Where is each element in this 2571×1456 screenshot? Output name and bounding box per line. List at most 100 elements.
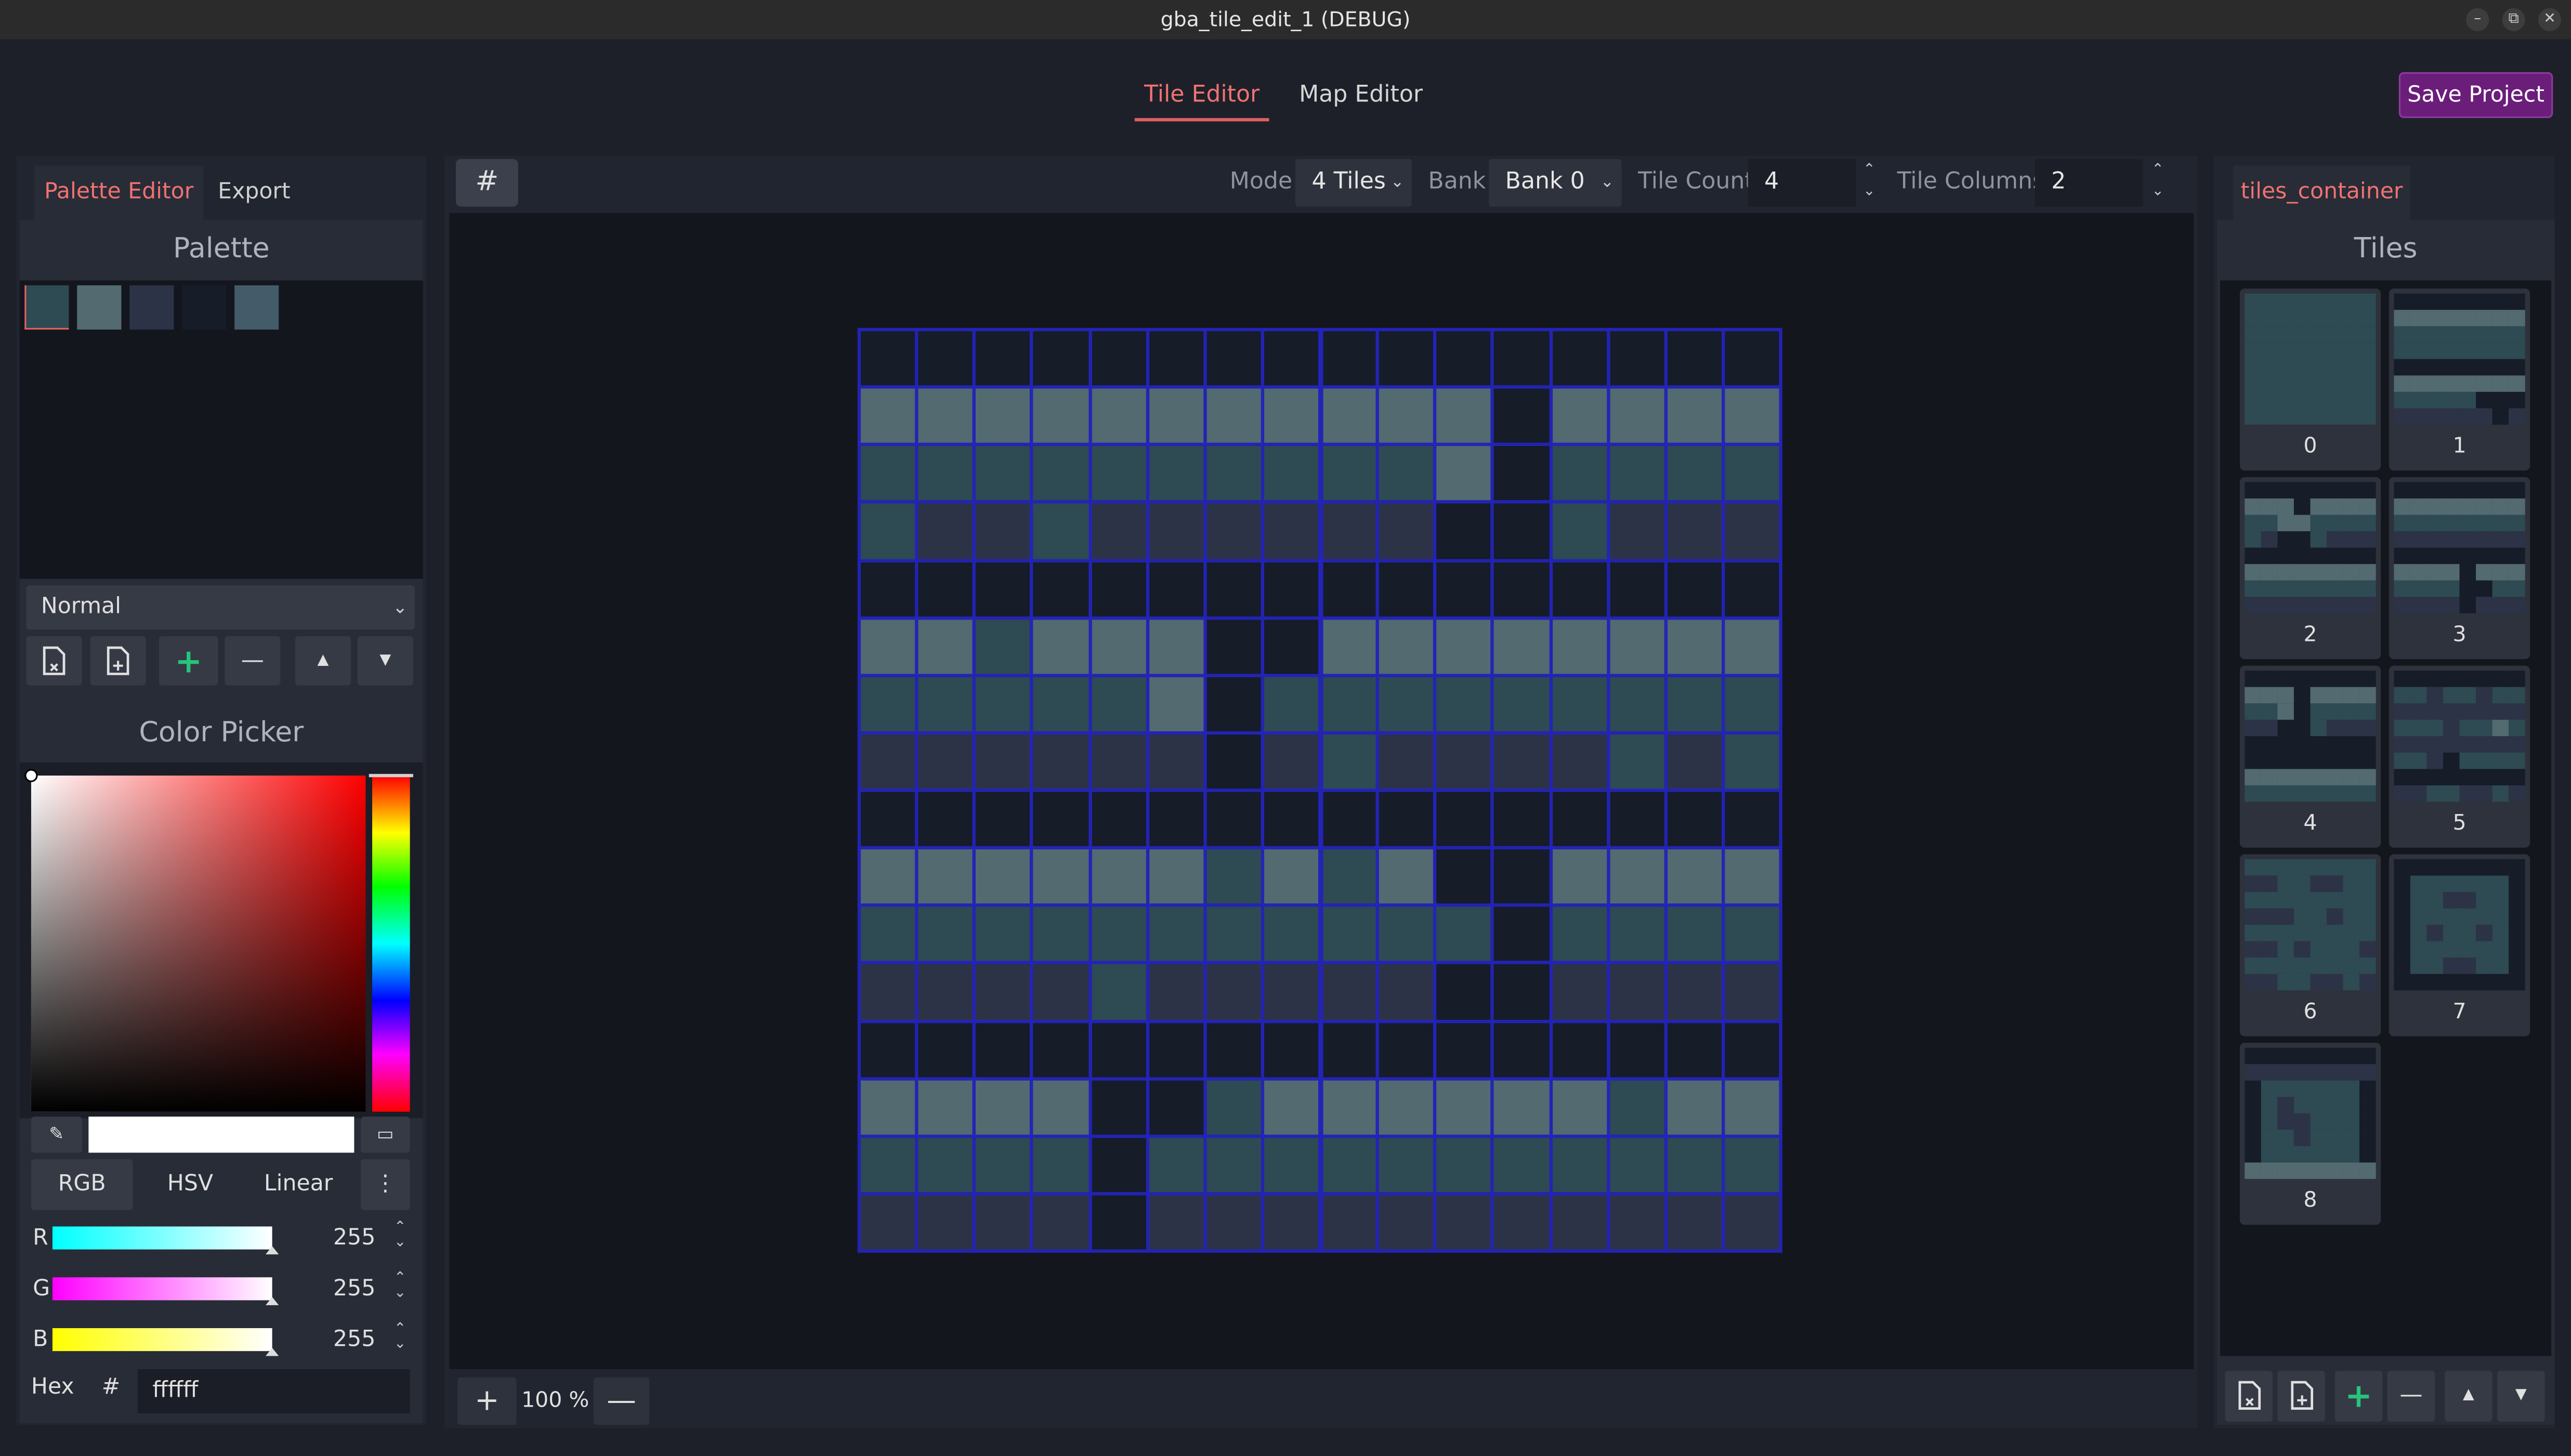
pixel-cell[interactable] (859, 618, 917, 675)
load-tile-file-button[interactable] (2277, 1371, 2325, 1422)
mode-rgb-button[interactable]: RGB (31, 1159, 133, 1210)
pixel-cell[interactable] (1204, 790, 1263, 848)
remove-color-button[interactable]: — (225, 636, 281, 686)
pixel-cell[interactable] (1608, 963, 1666, 1021)
pixel-cell[interactable] (1204, 502, 1263, 560)
r-value[interactable]: 255 (282, 1225, 375, 1251)
pixel-cell[interactable] (859, 444, 917, 503)
pixel-cell[interactable] (1378, 1136, 1435, 1193)
pixel-cell[interactable] (1665, 387, 1723, 445)
pixel-cell[interactable] (1378, 790, 1435, 848)
pixel-cell[interactable] (1723, 963, 1781, 1021)
pixel-cell[interactable] (1147, 1020, 1205, 1079)
r-spin-arrows[interactable]: ⌃ ⌄ (390, 1221, 410, 1251)
pixel-cell[interactable] (1147, 444, 1205, 503)
saturation-value-square[interactable] (31, 776, 366, 1112)
pixel-cell[interactable] (1090, 1078, 1147, 1136)
pixel-cell[interactable] (1608, 732, 1666, 791)
pixel-cell[interactable] (1032, 444, 1090, 503)
pixel-cell[interactable] (1090, 732, 1147, 791)
pixel-cell[interactable] (1665, 1136, 1723, 1193)
pixel-cell[interactable] (1435, 963, 1493, 1021)
pixel-cell[interactable] (1665, 732, 1723, 791)
pixel-cell[interactable] (1492, 675, 1551, 733)
hex-input[interactable]: ffffff (137, 1369, 410, 1414)
pixel-cell[interactable] (1665, 1078, 1723, 1136)
pixel-cell[interactable] (1492, 905, 1551, 963)
pixel-cell[interactable] (1550, 675, 1608, 733)
pixel-cell[interactable] (1723, 905, 1781, 963)
pixel-cell[interactable] (1723, 618, 1781, 675)
pixel-cell[interactable] (1032, 675, 1090, 733)
g-slider[interactable] (52, 1277, 272, 1301)
pixel-cell[interactable] (1723, 502, 1781, 560)
pixel-cell[interactable] (1435, 848, 1493, 906)
pixel-cell[interactable] (1090, 1193, 1147, 1251)
pixel-cell[interactable] (916, 675, 975, 733)
pixel-cell[interactable] (1723, 330, 1781, 387)
pixel-cell[interactable] (974, 905, 1032, 963)
b-slider[interactable] (52, 1328, 272, 1352)
pixel-cell[interactable] (1204, 905, 1263, 963)
mode-hsv-button[interactable]: HSV (139, 1159, 241, 1210)
pixel-cell[interactable] (1262, 502, 1320, 560)
pixel-cell[interactable] (916, 848, 975, 906)
pixel-cell[interactable] (1032, 790, 1090, 848)
pixel-cell[interactable] (1320, 1078, 1378, 1136)
zoom-in-button[interactable]: + (457, 1377, 517, 1425)
grid-toggle-button[interactable]: # (455, 159, 518, 207)
pixel-cell[interactable] (1665, 560, 1723, 618)
pixel-cell[interactable] (1435, 1078, 1493, 1136)
pixel-cell[interactable] (916, 1136, 975, 1193)
pixel-cell[interactable] (1723, 1020, 1781, 1079)
pixel-cell[interactable] (1032, 330, 1090, 387)
pixel-cell[interactable] (1090, 560, 1147, 618)
pixel-cell[interactable] (1608, 848, 1666, 906)
pixel-cell[interactable] (1378, 330, 1435, 387)
b-value[interactable]: 255 (282, 1327, 375, 1353)
pixel-cell[interactable] (1032, 502, 1090, 560)
pixel-cell[interactable] (1204, 1020, 1263, 1079)
pixel-cell[interactable] (1320, 502, 1378, 560)
pixel-cell[interactable] (1492, 502, 1551, 560)
pixel-cell[interactable] (1723, 675, 1781, 733)
pixel-cell[interactable] (1320, 963, 1378, 1021)
tab-export[interactable]: Export (203, 166, 305, 220)
pixel-cell[interactable] (1723, 444, 1781, 503)
pixel-cell[interactable] (974, 848, 1032, 906)
pixel-cell[interactable] (1378, 618, 1435, 675)
pixel-cell[interactable] (1147, 848, 1205, 906)
pixel-cell[interactable] (1550, 732, 1608, 791)
pixel-cell[interactable] (1378, 1078, 1435, 1136)
pixel-cell[interactable] (1204, 1136, 1263, 1193)
tile-columns-input[interactable]: 2 (2035, 159, 2143, 207)
pixel-cell[interactable] (974, 963, 1032, 1021)
pixel-cell[interactable] (1090, 387, 1147, 445)
load-palette-button[interactable] (90, 636, 146, 686)
pixel-cell[interactable] (916, 1193, 975, 1251)
pixel-cell[interactable] (1378, 1020, 1435, 1079)
palette-swatch[interactable] (77, 285, 122, 330)
pixel-cell[interactable] (1550, 905, 1608, 963)
pixel-cell[interactable] (859, 848, 917, 906)
pixel-cell[interactable] (1608, 330, 1666, 387)
pixel-cell[interactable] (859, 675, 917, 733)
pixel-cell[interactable] (1492, 732, 1551, 791)
pixel-cell[interactable] (1032, 560, 1090, 618)
pixel-cell[interactable] (1090, 675, 1147, 733)
pixel-cell[interactable] (1435, 1020, 1493, 1079)
tab-tiles-container[interactable]: tiles_container (2233, 165, 2410, 220)
pixel-cell[interactable] (1492, 387, 1551, 445)
pixel-cell[interactable] (1262, 330, 1320, 387)
pixel-cell[interactable] (859, 387, 917, 445)
pixel-cell[interactable] (1550, 387, 1608, 445)
pixel-cell[interactable] (974, 1136, 1032, 1193)
pixel-cell[interactable] (1435, 1136, 1493, 1193)
new-palette-button[interactable] (26, 636, 82, 686)
b-spin-arrows[interactable]: ⌃ ⌄ (390, 1322, 410, 1353)
pixel-cell[interactable] (1320, 732, 1378, 791)
pixel-cell[interactable] (1204, 675, 1263, 733)
pixel-cell[interactable] (1723, 732, 1781, 791)
pixel-cell[interactable] (859, 905, 917, 963)
picker-options-button[interactable]: ⋮ (360, 1159, 410, 1210)
